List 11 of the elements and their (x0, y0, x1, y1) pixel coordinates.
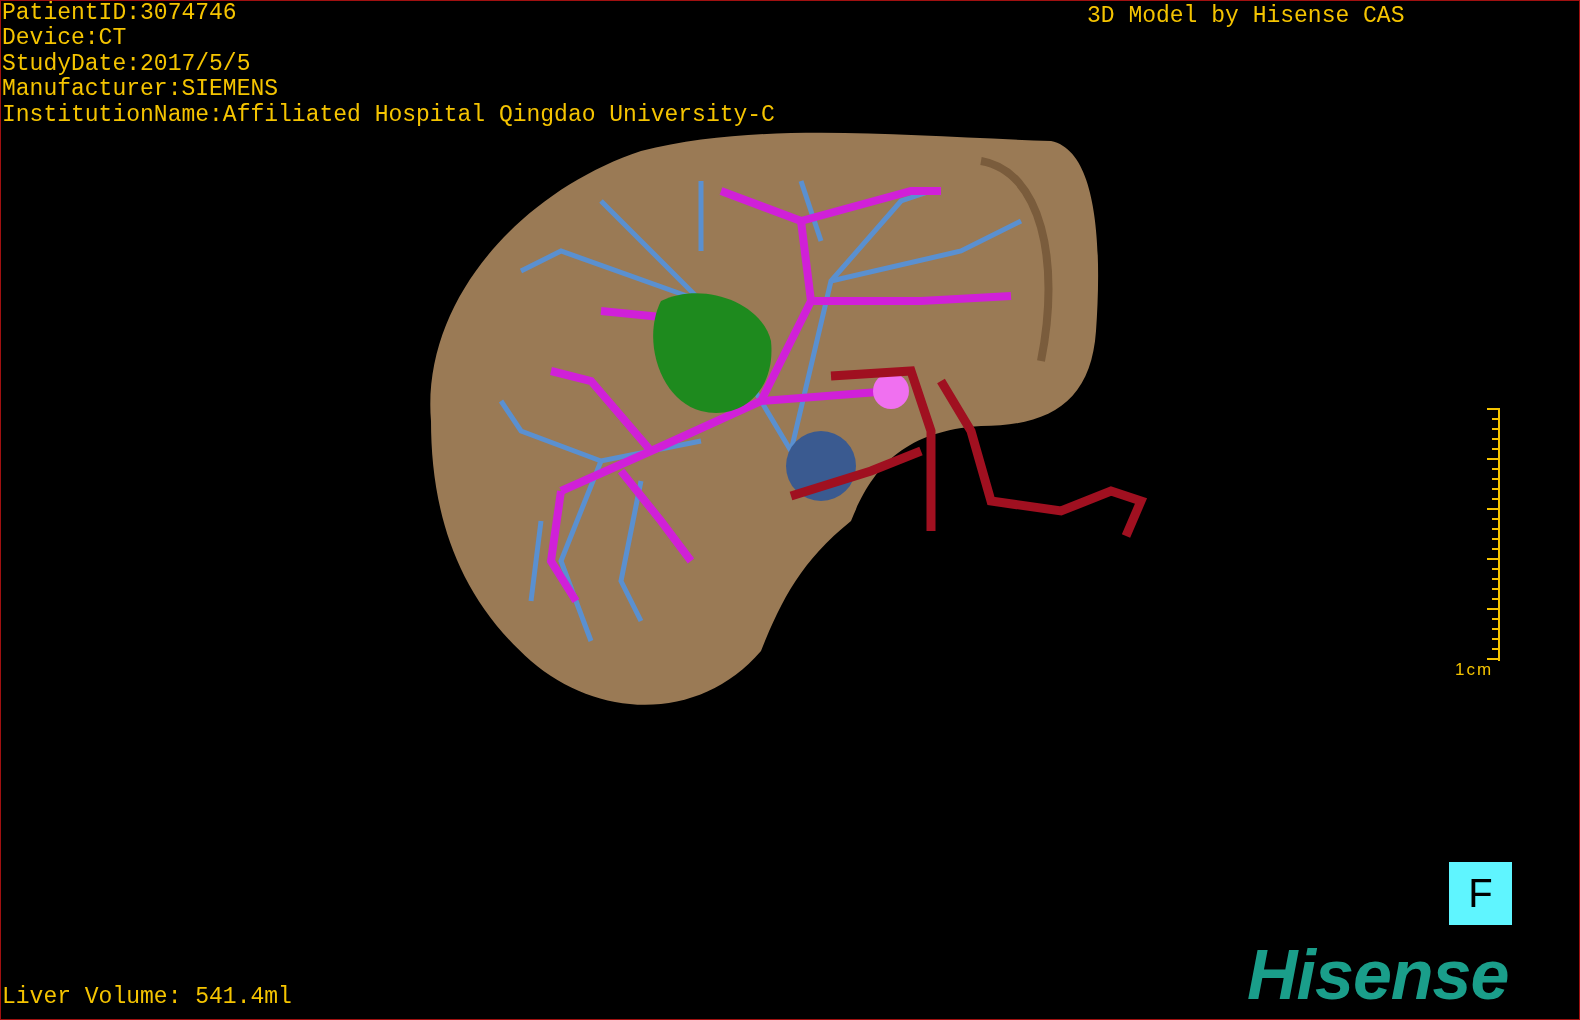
patient-info-text: PatientID:3074746 (2, 1, 238, 26)
patient-info-text: InstitutionName:Affiliated Hospital Qingdao University-C (2, 102, 775, 129)
patient-info-text: StudyDate:2017/5/5 (2, 51, 252, 77)
orientation-marker: F (1449, 862, 1512, 925)
scale-ruler-icon (1485, 408, 1501, 663)
brand-logo: Hisense (1247, 937, 1509, 1013)
patient-info-text: Device:CT (2, 26, 128, 52)
liver-volume-text: Liver Volume: 541.4ml (2, 984, 292, 1010)
patient-info-text: Manufacturer:SIEMENS (2, 77, 280, 103)
model-credit-text: 3D Model by Hisense CAS (1087, 3, 1405, 29)
scale-label: 1cm (1455, 660, 1494, 680)
